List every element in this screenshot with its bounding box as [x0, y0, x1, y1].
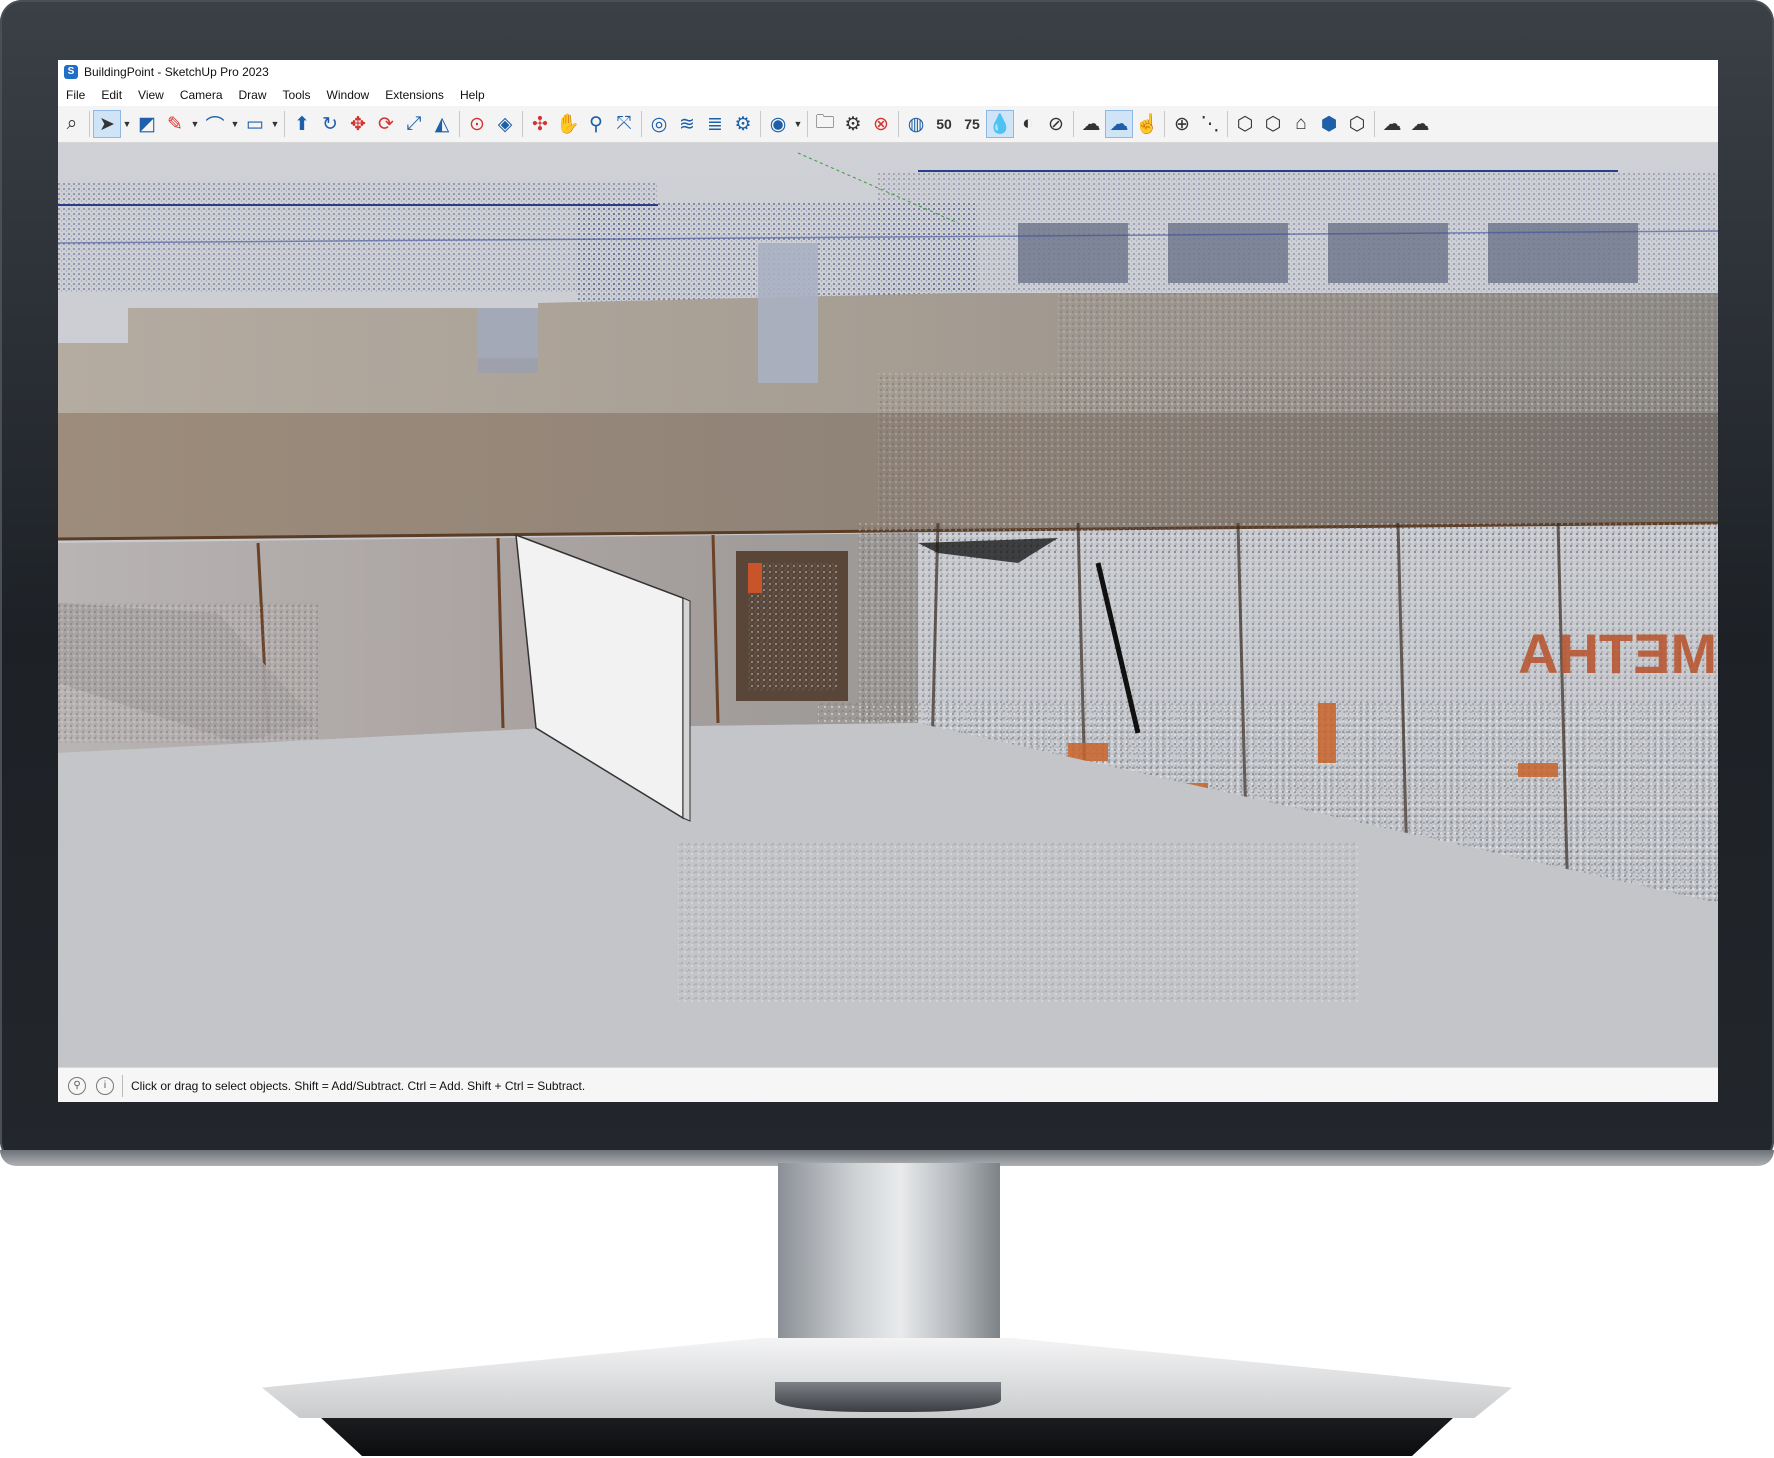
- zoom-icon[interactable]: ⌕: [58, 110, 86, 138]
- offset-icon[interactable]: ◭: [428, 110, 456, 138]
- app-window: S BuildingPoint - SketchUp Pro 2023 File…: [58, 60, 1718, 1102]
- info-icon[interactable]: i: [96, 1076, 114, 1095]
- move-icon[interactable]: ✥: [344, 110, 372, 138]
- toolbar-separator: [641, 111, 642, 137]
- dropdown-icon[interactable]: ▼: [229, 110, 241, 138]
- status-divider: [122, 1074, 123, 1097]
- house-cube-icon[interactable]: ⌂: [1287, 110, 1315, 138]
- main-toolbar: ⌕ ➤ ▼ ◩ ✎ ▼ ⌒ ▼ ▭ ▼ ⬆ ↻ ✥ ⟳ ⤢ ◭ ⊙ ◈ ✣ ✋ ⚲ ⤧ ◎ ≋ ≣ ⚙ ◉ ▼ 🗀 ⚙ ⊗ ◍ 50 75 💧 ◐ ⊘ ☁…: [58, 106, 1718, 143]
- hatch-icon[interactable]: ⊘: [1042, 110, 1070, 138]
- geo-location-icon[interactable]: ⚲: [68, 1076, 86, 1095]
- menu-draw[interactable]: Draw: [231, 88, 275, 102]
- user-account-icon[interactable]: ◉: [764, 110, 792, 138]
- title-bar: S BuildingPoint - SketchUp Pro 2023: [58, 60, 1718, 84]
- dropdown-icon[interactable]: ▼: [792, 110, 804, 138]
- toolbar-separator: [1227, 111, 1228, 137]
- reversed-sign-text: METHA: [1518, 622, 1717, 685]
- menu-window[interactable]: Window: [319, 88, 378, 102]
- cloud-settings-icon[interactable]: ⚙: [729, 110, 757, 138]
- cloud-refresh-icon[interactable]: ☁: [1406, 110, 1434, 138]
- select-arrow-icon[interactable]: ➤: [93, 110, 121, 138]
- pan-icon[interactable]: ✋: [554, 110, 582, 138]
- contrast-icon[interactable]: ◐: [1014, 110, 1042, 138]
- rotate-icon[interactable]: ⟳: [372, 110, 400, 138]
- toolbar-separator: [760, 111, 761, 137]
- scan-essentials-icon[interactable]: ◎: [645, 110, 673, 138]
- sketchup-logo-icon: S: [64, 65, 78, 79]
- status-bar: ⚲ i Click or drag to select objects. Shi…: [58, 1067, 1718, 1102]
- density-50-icon[interactable]: 50: [930, 110, 958, 138]
- scan-visibility-icon[interactable]: ◍: [902, 110, 930, 138]
- toolbar-separator: [1164, 111, 1165, 137]
- add-point-icon[interactable]: ⊕: [1168, 110, 1196, 138]
- toolbar-separator: [1374, 111, 1375, 137]
- cube-outline-icon[interactable]: ⬡: [1259, 110, 1287, 138]
- density-75-icon[interactable]: 75: [958, 110, 986, 138]
- push-pull-icon[interactable]: ⬆: [288, 110, 316, 138]
- toolbar-separator: [459, 111, 460, 137]
- panel-edge: [682, 597, 691, 822]
- pencil-line-icon[interactable]: ✎: [161, 110, 189, 138]
- point-cloud-layers-icon[interactable]: ≋: [673, 110, 701, 138]
- orbit-icon[interactable]: ✣: [526, 110, 554, 138]
- clock-cube-icon[interactable]: ⬡: [1231, 110, 1259, 138]
- dropdown-icon[interactable]: ▼: [189, 110, 201, 138]
- toolbar-separator: [1073, 111, 1074, 137]
- menu-bar: File Edit View Camera Draw Tools Window …: [58, 84, 1718, 106]
- solid-cube-icon[interactable]: ⬢: [1315, 110, 1343, 138]
- window-title: BuildingPoint - SketchUp Pro 2023: [84, 65, 269, 79]
- wire-cube-icon[interactable]: ⬡: [1343, 110, 1371, 138]
- model-viewport[interactable]: METHA: [58, 143, 1718, 1067]
- layers-stack-icon[interactable]: ≣: [701, 110, 729, 138]
- toolbar-separator: [89, 111, 90, 137]
- cloud-download-icon[interactable]: ☁: [1105, 110, 1133, 138]
- tape-measure-icon[interactable]: ⊙: [463, 110, 491, 138]
- toolbar-separator: [898, 111, 899, 137]
- dotted-line-icon[interactable]: ⋱: [1196, 110, 1224, 138]
- menu-help[interactable]: Help: [452, 88, 493, 102]
- point-cloud-scene[interactable]: METHA: [58, 143, 1718, 1067]
- cloud-remove-icon[interactable]: ☁: [1077, 110, 1105, 138]
- zoom-extents-icon[interactable]: ⤧: [610, 110, 638, 138]
- menu-file[interactable]: File: [58, 88, 93, 102]
- menu-view[interactable]: View: [130, 88, 172, 102]
- toolbar-separator: [522, 111, 523, 137]
- status-message: Click or drag to select objects. Shift =…: [131, 1078, 586, 1093]
- dropdown-icon[interactable]: ▼: [269, 110, 281, 138]
- toolbar-separator: [284, 111, 285, 137]
- scale-icon[interactable]: ⤢: [400, 110, 428, 138]
- menu-tools[interactable]: Tools: [275, 88, 319, 102]
- menu-edit[interactable]: Edit: [93, 88, 130, 102]
- menu-extensions[interactable]: Extensions: [377, 88, 452, 102]
- paint-bucket-icon[interactable]: ◈: [491, 110, 519, 138]
- eraser-icon[interactable]: ◩: [133, 110, 161, 138]
- arc-icon[interactable]: ⌒: [201, 110, 229, 138]
- menu-camera[interactable]: Camera: [172, 88, 231, 102]
- monitor-base-joint: [775, 1382, 1001, 1412]
- gear-icon[interactable]: ⚙: [839, 110, 867, 138]
- cloud-sync-icon[interactable]: ☁: [1378, 110, 1406, 138]
- follow-me-icon[interactable]: ↻: [316, 110, 344, 138]
- drop-icon[interactable]: 💧: [986, 110, 1014, 138]
- dropdown-icon[interactable]: ▼: [121, 110, 133, 138]
- zoom-window-icon[interactable]: ⚲: [582, 110, 610, 138]
- close-circle-icon[interactable]: ⊗: [867, 110, 895, 138]
- hand-pointer-icon[interactable]: ☝: [1133, 110, 1161, 138]
- toolbar-separator: [807, 111, 808, 137]
- rectangle-icon[interactable]: ▭: [241, 110, 269, 138]
- open-folder-icon[interactable]: 🗀: [811, 110, 839, 138]
